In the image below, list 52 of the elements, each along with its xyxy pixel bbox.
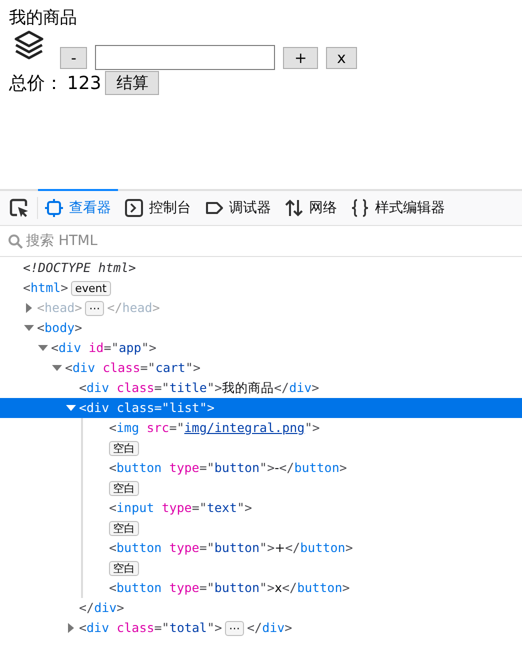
quantity-button[interactable]: x [326,47,357,69]
devtools-tab[interactable]: 查看器 [38,189,118,225]
search-icon [8,234,23,248]
collapse-arrow-icon[interactable] [24,303,34,313]
code-line: <div class="total"> [79,618,222,637]
collapse-arrow-icon[interactable] [66,623,76,633]
checkout-button[interactable]: 结算 [105,70,160,94]
square-icon [45,199,63,217]
node-badge[interactable]: ⋯ [85,300,104,316]
tag-icon [205,199,223,217]
code-line: <html> [23,278,68,297]
expand-arrow-icon[interactable] [38,343,48,353]
braces-icon [351,199,369,217]
code-line: <button type="button">-</button> [109,458,347,477]
code-line: <img src="img/integral.png"> [109,418,320,437]
node-badge[interactable]: 空白 [109,520,139,536]
cursor-icon [8,198,28,218]
code-line: <input type="text"> [109,498,252,517]
code-line: </head> [107,298,160,317]
layers-icon [13,29,45,61]
devtools-tab[interactable]: 网络 [278,189,344,225]
devtools-tab[interactable]: 样式编辑器 [344,189,452,225]
node-badge[interactable]: 空白 [109,560,139,576]
code-line: </div> [247,618,292,637]
search-field[interactable]: 搜索 HTML [26,230,226,252]
total-label: 总价： [9,72,63,96]
code-line: <body> [37,318,82,337]
code-line: <div id="app"> [51,338,156,357]
code-line: <div class="cart"> [65,358,200,377]
code-line: <div class="list"> [79,398,214,417]
code-line: <button type="button">x</button> [109,578,350,597]
node-badge[interactable]: 空白 [109,480,139,496]
total-value: 123 [67,72,102,96]
code-line: <div class="title">我的商品</div> [79,378,320,397]
terminal-icon [125,199,143,217]
expand-arrow-icon[interactable] [52,363,62,373]
devtools-tab[interactable]: 控制台 [118,189,198,225]
code-line: </div> [79,598,124,617]
expand-arrow-icon[interactable] [66,403,76,413]
code-line: <button type="button">+</button> [109,538,353,557]
expand-arrow-icon[interactable] [24,323,34,333]
quantity-button[interactable]: + [283,47,318,69]
arrows-icon [285,199,303,217]
code-line: <head> [37,298,82,317]
node-badge[interactable]: 空白 [109,440,139,456]
node-badge[interactable]: ⋯ [225,620,244,636]
quantity-button[interactable]: - [60,47,88,69]
code-line: <!DOCTYPE html> [23,258,136,277]
page-title: 我的商品 [9,7,78,30]
quantity-field[interactable] [95,45,276,70]
node-badge[interactable]: event [71,280,111,296]
devtools-tab[interactable]: 调试器 [198,189,278,225]
